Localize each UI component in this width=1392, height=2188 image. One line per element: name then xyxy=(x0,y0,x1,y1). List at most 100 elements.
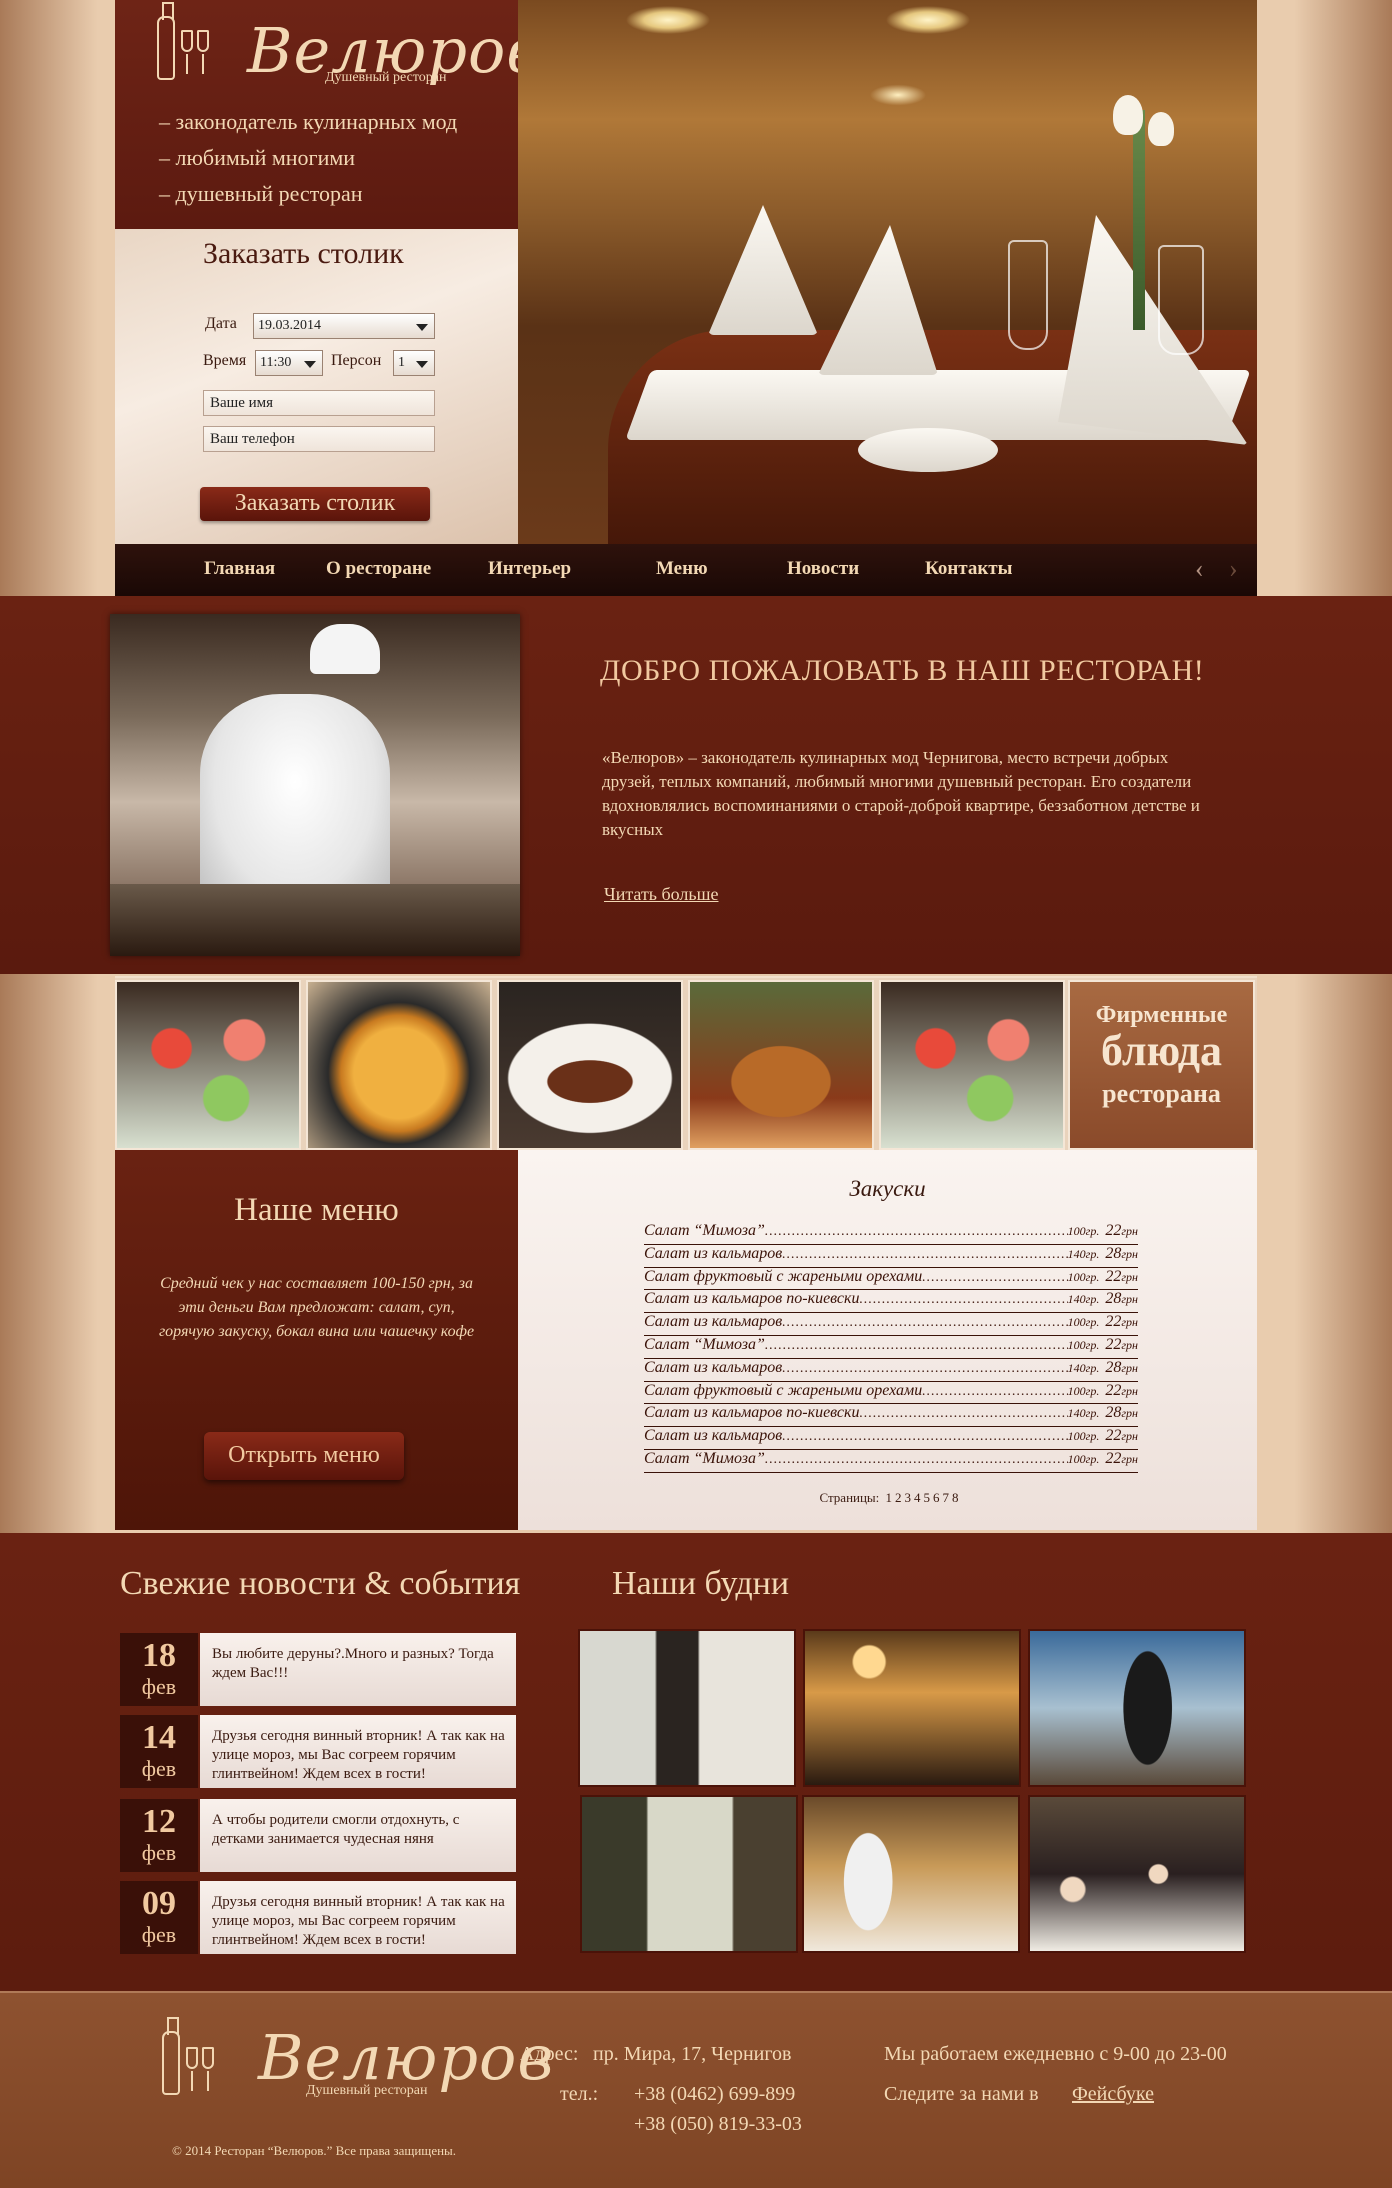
menu-item-weight: 140гр. xyxy=(1067,1292,1100,1307)
dish-photo[interactable] xyxy=(879,980,1065,1150)
chevron-right-icon[interactable]: › xyxy=(1229,554,1238,584)
news-month: фев xyxy=(141,1922,177,1947)
page-link[interactable]: 7 xyxy=(943,1490,950,1505)
persons-select[interactable]: 1 xyxy=(393,350,435,376)
address-label: Адрес: xyxy=(520,2043,579,2065)
menu-item-weight: 100гр. xyxy=(1067,1383,1100,1398)
gallery-photo[interactable] xyxy=(1028,1795,1246,1953)
nav-item-contacts[interactable]: Контакты xyxy=(925,558,1012,580)
news-date: 18 фев xyxy=(120,1633,198,1706)
menu-item-price: 28грн xyxy=(1105,1244,1138,1262)
booking-form: Заказать столик Дата 19.03.2014 Время 11… xyxy=(115,229,518,544)
nav-item-home[interactable]: Главная xyxy=(204,558,275,580)
dish-photo[interactable] xyxy=(306,980,492,1150)
persons-value: 1 xyxy=(398,355,405,370)
menu-item-price: 22грн xyxy=(1105,1427,1138,1445)
news-text: Друзья сегодня винный вторник! А так как… xyxy=(200,1881,516,1954)
booking-title: Заказать столик xyxy=(203,237,404,270)
dish-photo[interactable] xyxy=(688,980,874,1150)
news-item[interactable]: 14 фев Друзья сегодня винный вторник! А та… xyxy=(120,1715,516,1788)
nav-item-interior[interactable]: Интерьер xyxy=(488,558,571,580)
tagline: – законодатель кулинарных мод xyxy=(159,109,458,134)
open-menu-button[interactable]: Открыть меню xyxy=(204,1432,404,1480)
hero-image xyxy=(518,0,1257,544)
main-nav: Главная О ресторане Интерьер Меню Новост… xyxy=(115,544,1257,596)
menu-intro: Наше меню Средний чек у нас составляет 1… xyxy=(115,1150,518,1530)
pagination-label: Страницы: xyxy=(819,1490,880,1505)
time-select[interactable]: 11:30 xyxy=(255,350,323,376)
name-field[interactable]: Ваше имя xyxy=(203,390,435,416)
menu-item-name: Салат из кальмаров xyxy=(644,1427,783,1445)
gallery-photo[interactable] xyxy=(803,1629,1021,1787)
phone-2[interactable]: +38 (050) 819-33-03 xyxy=(634,2113,802,2136)
news-date: 12 фев xyxy=(120,1799,198,1872)
phone-1[interactable]: +38 (0462) 699-899 xyxy=(634,2083,795,2106)
chevron-down-icon xyxy=(304,361,316,368)
phone-label: тел.: xyxy=(560,2083,599,2105)
page-link[interactable]: 4 xyxy=(914,1490,921,1505)
news-day: 09 xyxy=(142,1885,176,1922)
nav-item-news[interactable]: Новости xyxy=(787,558,859,580)
nav-item-about[interactable]: О ресторане xyxy=(326,558,431,580)
facebook-link[interactable]: Фейсбуке xyxy=(1072,2083,1154,2106)
page-link[interactable]: 8 xyxy=(952,1490,959,1505)
chevron-down-icon xyxy=(416,324,428,331)
menu-title: Наше меню xyxy=(234,1192,399,1228)
news-text: Вы любите деруны?.Много и разных? Тогда … xyxy=(200,1633,516,1706)
signature-line: ресторана xyxy=(1102,1079,1221,1108)
menu-row: Салат из кальмаров......................… xyxy=(644,1427,1138,1450)
page-link[interactable]: 5 xyxy=(924,1490,931,1505)
read-more-link[interactable]: Читать больше xyxy=(604,884,718,905)
gallery-photo[interactable] xyxy=(802,1795,1020,1953)
nav-item-menu[interactable]: Меню xyxy=(656,558,708,580)
page-link[interactable]: 1 xyxy=(886,1490,893,1505)
logo[interactable]: Велюров Душевный ресторан xyxy=(157,2,542,100)
page-link[interactable]: 6 xyxy=(933,1490,940,1505)
persons-label: Персон xyxy=(331,352,382,369)
menu-category-title: Закуски xyxy=(849,1176,926,1201)
phone-field[interactable]: Ваш телефон xyxy=(203,426,435,452)
menu-item-weight: 100гр. xyxy=(1067,1315,1100,1330)
news-day: 12 xyxy=(142,1803,176,1840)
welcome-text: «Велюров» – законодатель кулинарных мод … xyxy=(602,748,1200,839)
menu-row: Салат “Мимоза”..........................… xyxy=(644,1222,1138,1245)
menu-item-weight: 100гр. xyxy=(1067,1451,1100,1466)
gallery-photo[interactable] xyxy=(578,1629,796,1787)
footer-logo[interactable]: Велюров Душевный ресторан xyxy=(160,2013,553,2103)
wine-glass-icon xyxy=(186,2047,198,2091)
menu-item-price: 22грн xyxy=(1105,1313,1138,1331)
dish-photo[interactable] xyxy=(115,980,301,1150)
tagline: – душевный ресторан xyxy=(159,181,363,206)
book-table-button[interactable]: Заказать столик xyxy=(200,487,430,521)
menu-item-price: 22грн xyxy=(1105,1222,1138,1239)
menu-item-name: Салат “Мимоза” xyxy=(644,1222,765,1239)
news-gallery-section: Свежие новости & события Наши будни 18 фе… xyxy=(0,1533,1392,1991)
logo-subtitle: Душевный ресторан xyxy=(306,2083,428,2098)
menu-item-price: 22грн xyxy=(1105,1449,1138,1467)
page-link[interactable]: 3 xyxy=(905,1490,912,1505)
date-select[interactable]: 19.03.2014 xyxy=(253,313,435,339)
news-text: А чтобы родители смогли отдохнуть, с дет… xyxy=(200,1799,516,1872)
menu-item-leader: ........................................… xyxy=(782,1246,1067,1262)
copyright: © 2014 Ресторан “Велюров.” Все права защ… xyxy=(172,2143,457,2158)
news-month: фев xyxy=(141,1840,177,1865)
chevron-down-icon xyxy=(416,361,428,368)
menu-item-leader: ........................................… xyxy=(782,1429,1067,1445)
gallery-photo[interactable] xyxy=(580,1795,798,1953)
news-date: 09 фев xyxy=(120,1881,198,1954)
header: Велюров Душевный ресторан – законодатель… xyxy=(115,0,1257,596)
menu-row: Салат фруктовый с жареными орехами......… xyxy=(644,1382,1138,1405)
menu-item-price: 22грн xyxy=(1105,1335,1138,1353)
date-label: Дата xyxy=(205,315,237,332)
menu-row: Салат из кальмаров по-киевски...........… xyxy=(644,1404,1138,1428)
menu-item-leader: ........................................… xyxy=(764,1451,1068,1467)
news-item[interactable]: 12 фев А чтобы родители смогли отдохнуть, … xyxy=(120,1799,516,1872)
menu-item-name: Салат из кальмаров xyxy=(644,1358,783,1376)
news-item[interactable]: 09 фев Друзья сегодня винный вторник! А та… xyxy=(120,1881,516,1954)
gallery-photo[interactable] xyxy=(1028,1629,1246,1787)
chevron-left-icon[interactable]: ‹ xyxy=(1195,554,1204,584)
menu-item-leader: ........................................… xyxy=(764,1224,1068,1239)
news-item[interactable]: 18 фев Вы любите деруны?.Много и разных? Т… xyxy=(120,1633,516,1706)
dish-photo[interactable] xyxy=(497,980,683,1150)
page-link[interactable]: 2 xyxy=(895,1490,902,1505)
